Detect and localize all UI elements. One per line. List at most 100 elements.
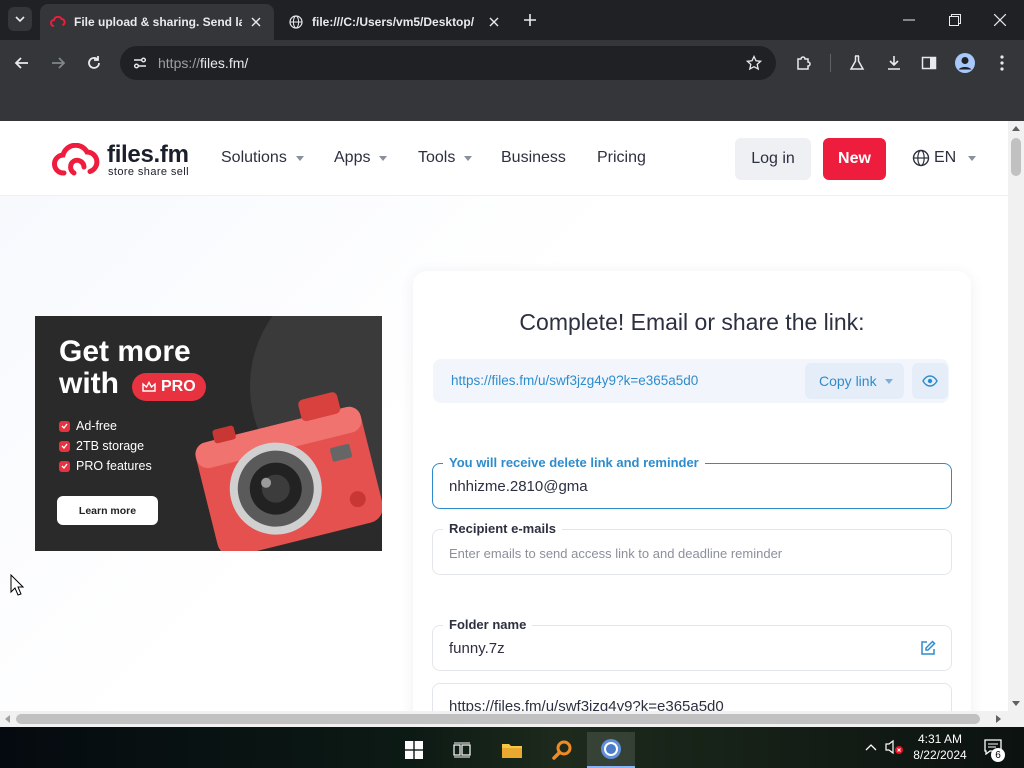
notification-count-badge: 6 — [991, 748, 1005, 762]
check-icon — [59, 460, 70, 472]
ad-headline-line1: Get more — [59, 335, 191, 368]
folder-name-field[interactable]: Folder name funny.7z — [432, 617, 952, 671]
copy-link-button[interactable]: Copy link — [805, 363, 904, 399]
logo-wordmark: files.fm — [107, 141, 189, 168]
scroll-left-icon[interactable] — [5, 715, 10, 723]
language-selector[interactable]: EN — [912, 149, 977, 167]
files-fm-cloud-icon — [52, 143, 100, 176]
task-view-button[interactable] — [438, 732, 486, 768]
nav-business[interactable]: Business — [501, 149, 566, 167]
horizontal-scrollbar[interactable] — [0, 711, 1008, 727]
nav-pricing[interactable]: Pricing — [597, 149, 646, 167]
toolbar-divider — [830, 54, 831, 72]
share-title: Complete! Email or share the link: — [519, 309, 865, 335]
close-icon — [994, 14, 1006, 26]
file-explorer-button[interactable] — [488, 732, 536, 768]
preview-link-button[interactable] — [912, 363, 948, 399]
taskbar-clock[interactable]: 4:31 AM 8/22/2024 — [908, 731, 972, 763]
reload-button[interactable] — [80, 49, 108, 77]
download-icon — [888, 56, 900, 70]
windows-taskbar: 4:31 AM 8/22/2024 6 — [0, 727, 1024, 768]
labs-button[interactable] — [843, 49, 871, 77]
vertical-scroll-thumb[interactable] — [1011, 138, 1021, 176]
browser-toolbar: https://files.fm/ — [0, 40, 1024, 86]
url-host: files.fm/ — [200, 55, 249, 71]
scroll-right-icon[interactable] — [996, 715, 1001, 723]
new-tab-button[interactable] — [518, 8, 542, 32]
check-icon — [59, 420, 70, 432]
login-button[interactable]: Log in — [735, 138, 811, 180]
recipient-emails-field[interactable]: Recipient e-mails Enter emails to send a… — [432, 521, 952, 575]
tab-search-button[interactable] — [8, 7, 32, 31]
page-viewport: files.fm store share sell Solutions Apps… — [0, 121, 1008, 711]
downloads-button[interactable] — [880, 49, 908, 77]
puzzle-icon — [797, 56, 811, 70]
tab-title: file:///C:/Users/vm5/Desktop/ — [312, 15, 475, 29]
edit-icon[interactable] — [919, 639, 937, 657]
files-fm-logo[interactable]: files.fm store share sell — [52, 141, 202, 181]
avatar-icon — [955, 53, 975, 73]
vertical-scrollbar[interactable] — [1008, 121, 1024, 711]
url-scheme: https:// — [158, 55, 201, 71]
new-upload-button[interactable]: New — [823, 138, 886, 180]
site-info-icon[interactable] — [128, 51, 152, 75]
back-button[interactable] — [8, 49, 36, 77]
tab-local-file[interactable]: file:///C:/Users/vm5/Desktop/ — [278, 4, 512, 40]
minimize-icon — [903, 19, 915, 21]
search-app-button[interactable] — [538, 732, 586, 768]
owner-email-label: You will receive delete link and reminde… — [443, 455, 705, 470]
files-fm-cloud-icon — [50, 14, 66, 30]
address-bar[interactable]: https://files.fm/ — [120, 46, 776, 80]
share-link-url[interactable]: https://files.fm/u/swf3jzg4y9?k=e365a5d0 — [451, 373, 698, 388]
plus-icon — [524, 14, 536, 26]
clock-time: 4:31 AM — [917, 732, 963, 746]
tab-files-fm[interactable]: File upload & sharing. Send lar — [40, 4, 274, 40]
arrow-left-icon — [14, 57, 28, 69]
nav-label: Business — [501, 149, 566, 166]
owner-email-field[interactable]: You will receive delete link and reminde… — [432, 455, 952, 509]
chrome-icon — [601, 739, 621, 759]
horizontal-scroll-thumb[interactable] — [16, 714, 980, 724]
scroll-corner — [1008, 711, 1024, 727]
caret-down-icon — [379, 155, 388, 161]
forward-button[interactable] — [44, 49, 72, 77]
ad-feature: PRO features — [59, 456, 152, 476]
nav-tools[interactable]: Tools — [418, 149, 473, 167]
logo-tagline: store share sell — [108, 166, 189, 178]
pro-ad-banner[interactable]: Get more with PRO Ad-free 2TB storage PR… — [35, 316, 382, 551]
chevron-down-icon — [15, 16, 25, 22]
language-code: EN — [934, 149, 957, 166]
profile-button[interactable] — [951, 49, 979, 77]
link-copy-value: https://files.fm/u/swf3jzg4y9?k=e365a5d0 — [449, 698, 724, 711]
side-panel-button[interactable] — [915, 49, 943, 77]
chrome-taskbar-button[interactable] — [587, 732, 635, 768]
flask-icon — [849, 55, 865, 70]
scroll-up-icon[interactable] — [1012, 126, 1020, 131]
close-icon[interactable] — [248, 14, 264, 30]
owner-email-value: nhhizme.2810@gma — [449, 478, 588, 495]
site-header: files.fm store share sell Solutions Apps… — [0, 121, 1008, 196]
restore-button[interactable] — [941, 6, 969, 34]
nav-solutions[interactable]: Solutions — [221, 149, 304, 167]
reload-icon — [88, 56, 100, 69]
link-copy-field[interactable]: https://files.fm/u/swf3jzg4y9?k=e365a5d0 — [432, 683, 952, 711]
globe-icon — [288, 14, 304, 30]
close-icon[interactable] — [486, 14, 502, 30]
nav-apps[interactable]: Apps — [334, 149, 388, 167]
learn-more-button[interactable]: Learn more — [57, 496, 158, 525]
scroll-down-icon[interactable] — [1012, 701, 1020, 706]
browser-menu-button[interactable] — [988, 49, 1016, 77]
folder-icon — [502, 744, 522, 758]
side-panel-icon — [921, 56, 937, 70]
start-button[interactable] — [390, 732, 438, 768]
bookmarks-bar — [0, 86, 1024, 121]
minimize-button[interactable] — [895, 6, 923, 34]
volume-button[interactable] — [884, 737, 904, 757]
copy-link-label: Copy link — [819, 373, 877, 389]
share-link-row: https://files.fm/u/swf3jzg4y9?k=e365a5d0… — [433, 359, 949, 403]
bookmark-star-icon[interactable] — [742, 51, 766, 75]
close-window-button[interactable] — [986, 6, 1014, 34]
show-hidden-icons-button[interactable] — [861, 737, 881, 757]
extensions-button[interactable] — [790, 49, 818, 77]
chevron-up-icon — [865, 744, 877, 751]
